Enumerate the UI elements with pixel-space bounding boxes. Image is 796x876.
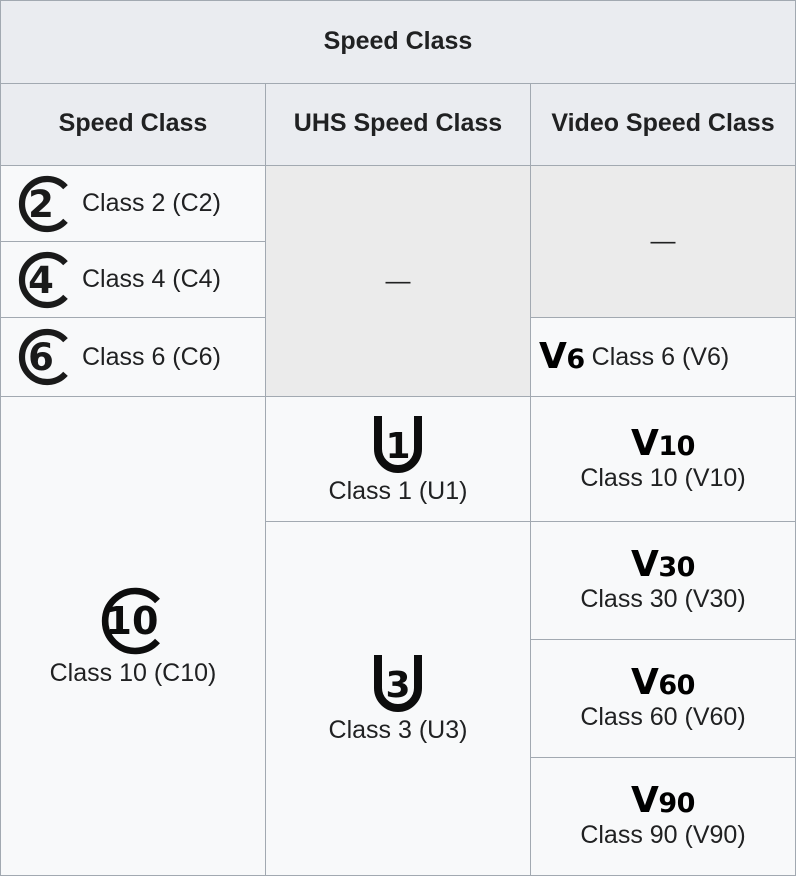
speed-class-c4-label: Class 4 (C4) [82, 265, 221, 293]
v60-icon-number: 60 [658, 670, 695, 701]
cell-video-speed-class-v6: V6 Class 6 (V6) [530, 317, 796, 397]
svg-text:6: 6 [28, 336, 54, 379]
svg-text:2: 2 [28, 183, 54, 226]
video-speed-class-v10-label: Class 10 (V10) [580, 463, 746, 492]
cell-video-speed-class-none: — [530, 165, 796, 318]
cell-video-speed-class-v60: V 60 Class 60 (V60) [530, 639, 796, 758]
svg-text:10: 10 [106, 599, 159, 643]
c6-speed-class-icon: 6 [9, 327, 75, 387]
v30-video-speed-class-icon: V 30 [631, 547, 695, 583]
svg-text:3: 3 [385, 665, 410, 706]
v90-icon-number: 90 [658, 788, 695, 819]
v10-video-speed-class-icon: V 10 [631, 422, 695, 464]
cell-uhs-speed-class-none: — [265, 165, 531, 397]
uhs-empty-marker: — [385, 266, 411, 295]
v6-icon-letter: V [539, 336, 567, 377]
u3-uhs-speed-class-icon: 3 [366, 652, 430, 714]
v10-icon-number: 10 [658, 430, 695, 462]
video-speed-class-v30-label: Class 30 (V30) [580, 585, 746, 613]
cell-uhs-speed-class-u3: 3 Class 3 (U3) [265, 521, 531, 876]
table-header-caption-row: Speed Class [0, 0, 796, 84]
uhs-speed-class-u1-label: Class 1 (U1) [328, 476, 468, 505]
speed-class-c2-content: 2 Class 2 (C2) [1, 174, 265, 234]
table-row-c10-u1-v10: 10 Class 10 (C10) 1 Class 1 (U1) V 10 Cl… [0, 396, 796, 876]
cell-uhs-speed-class-u1: 1 Class 1 (U1) [265, 396, 531, 522]
table-caption: Speed Class [0, 0, 796, 84]
svg-text:1: 1 [385, 426, 410, 467]
uhs-speed-class-u3-content: 3 Class 3 (U3) [266, 652, 530, 745]
cell-speed-class-c10: 10 Class 10 (C10) [0, 396, 266, 876]
cell-speed-class-c4: 4 Class 4 (C4) [0, 241, 266, 318]
v30-icon-letter: V [631, 544, 659, 585]
video-empty-marker: — [650, 227, 676, 255]
speed-class-c4-content: 4 Class 4 (C4) [1, 250, 265, 310]
v60-video-speed-class-icon: V 60 [631, 665, 695, 701]
video-speed-class-v90-content: V 90 Class 90 (V90) [531, 783, 795, 850]
cell-speed-class-c2: 2 Class 2 (C2) [0, 165, 266, 242]
v6-icon-number: 6 [566, 344, 585, 375]
v90-video-speed-class-icon: V 90 [631, 783, 695, 819]
v90-icon-letter: V [631, 780, 659, 821]
cell-speed-class-c6: 6 Class 6 (C6) [0, 317, 266, 397]
video-speed-class-v6-label: Class 6 (V6) [591, 342, 730, 371]
svg-text:4: 4 [28, 259, 54, 302]
c2-speed-class-icon: 2 [9, 174, 75, 234]
speed-class-c6-label: Class 6 (C6) [82, 342, 221, 371]
column-header-uhs-speed-class: UHS Speed Class [265, 82, 531, 166]
table-row-c2: 2 Class 2 (C2) — — [0, 165, 796, 397]
v10-icon-letter: V [631, 422, 659, 464]
cell-video-speed-class-v90: V 90 Class 90 (V90) [530, 757, 796, 876]
column-header-speed-class: Speed Class [0, 82, 266, 166]
cell-video-speed-class-v30: V 30 Class 30 (V30) [530, 521, 796, 640]
speed-class-c2-label: Class 2 (C2) [82, 189, 221, 217]
v30-icon-number: 30 [658, 552, 695, 583]
video-speed-class-v10-content: V 10 Class 10 (V10) [531, 422, 795, 493]
speed-class-c10-label: Class 10 (C10) [49, 658, 217, 687]
video-speed-class-v6-content: V6 Class 6 (V6) [531, 339, 795, 375]
table-header-columns-row: Speed Class UHS Speed Class Video Speed … [0, 82, 796, 166]
video-speed-class-v60-label: Class 60 (V60) [580, 703, 746, 731]
c10-speed-class-icon: 10 [95, 585, 171, 657]
column-header-video-speed-class: Video Speed Class [530, 82, 796, 166]
uhs-speed-class-u1-content: 1 Class 1 (U1) [266, 413, 530, 506]
speed-class-c10-content: 10 Class 10 (C10) [1, 585, 265, 688]
v60-icon-letter: V [631, 662, 659, 703]
speed-class-table: Speed Class Speed Class UHS Speed Class … [0, 0, 796, 876]
cell-video-speed-class-v10: V 10 Class 10 (V10) [530, 396, 796, 522]
u1-uhs-speed-class-icon: 1 [366, 413, 430, 475]
video-speed-class-v30-content: V 30 Class 30 (V30) [531, 547, 795, 614]
video-speed-class-v60-content: V 60 Class 60 (V60) [531, 665, 795, 732]
c4-speed-class-icon: 4 [9, 250, 75, 310]
uhs-speed-class-u3-label: Class 3 (U3) [328, 716, 468, 744]
v6-video-speed-class-icon: V6 [539, 339, 585, 375]
speed-class-c6-content: 6 Class 6 (C6) [1, 327, 265, 387]
video-speed-class-v90-label: Class 90 (V90) [580, 821, 746, 849]
